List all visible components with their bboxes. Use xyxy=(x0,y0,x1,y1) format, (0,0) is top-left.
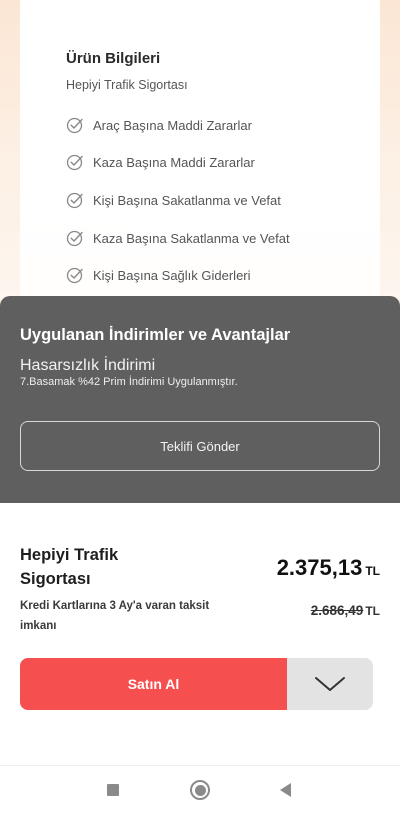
feature-label: Kaza Başına Maddi Zararlar xyxy=(93,154,255,170)
product-name: Hepiyi Trafik Sigortası xyxy=(20,546,119,588)
feature-item: Kaza Başına Sakatlanma ve Vefat xyxy=(66,228,290,248)
feature-item: Kaza Başına Maddi Zararlar xyxy=(66,152,255,172)
check-circle-icon xyxy=(66,154,83,171)
discounts-sheet: Uygulanan İndirimler ve Avantajlar Hasar… xyxy=(0,296,400,503)
product-info-title: Ürün Bilgileri xyxy=(66,50,161,67)
feature-label: Kişi Başına Sağlık Giderleri xyxy=(93,267,251,283)
price-currency: TL xyxy=(365,564,380,578)
system-nav-bar xyxy=(0,765,400,813)
home-icon[interactable] xyxy=(190,780,210,800)
buy-button-group: Satın Al xyxy=(20,658,373,710)
check-circle-icon xyxy=(66,192,83,209)
discount-description: 7.Basamak %42 Prim İndirimi Uygulanmıştı… xyxy=(20,376,238,388)
purchase-panel: Hepiyi Trafik Sigortası 2.375,13 TL Kredi… xyxy=(0,503,400,765)
check-circle-icon xyxy=(66,230,83,247)
back-icon[interactable] xyxy=(280,783,291,797)
old-price-currency: TL xyxy=(365,604,380,618)
check-circle-icon xyxy=(66,117,83,134)
feature-item: Kişi Başına Sakatlanma ve Vefat xyxy=(66,190,281,210)
check-circle-icon xyxy=(66,267,83,284)
feature-item: Araç Başına Maddi Zararlar xyxy=(66,115,252,135)
feature-label: Araç Başına Maddi Zararlar xyxy=(93,117,252,133)
buy-button[interactable]: Satın Al xyxy=(20,658,287,710)
product-info-card xyxy=(20,0,380,300)
recent-apps-icon[interactable] xyxy=(107,784,119,796)
send-offer-button[interactable]: Teklifi Gönder xyxy=(20,421,380,471)
discounts-title: Uygulanan İndirimler ve Avantajlar xyxy=(20,326,291,344)
current-price: 2.375,13 TL xyxy=(277,555,380,581)
chevron-down-icon xyxy=(315,677,345,691)
feature-label: Kaza Başına Sakatlanma ve Vefat xyxy=(93,230,290,246)
installment-promo: Kredi Kartlarına 3 Ay'a varan taksit imk… xyxy=(20,600,210,632)
price-amount: 2.375,13 xyxy=(276,555,363,580)
old-price: 2.686,49 TL xyxy=(311,603,380,618)
expand-options-button[interactable] xyxy=(287,658,373,710)
old-price-amount: 2.686,49 xyxy=(310,603,364,618)
product-info-subtitle: Hepiyi Trafik Sigortası xyxy=(66,78,188,92)
feature-label: Kişi Başına Sakatlanma ve Vefat xyxy=(93,192,281,208)
home-icon-inner xyxy=(194,784,206,796)
feature-item: Kişi Başına Sağlık Giderleri xyxy=(66,265,251,285)
discount-name: Hasarsızlık İndirimi xyxy=(20,357,156,374)
